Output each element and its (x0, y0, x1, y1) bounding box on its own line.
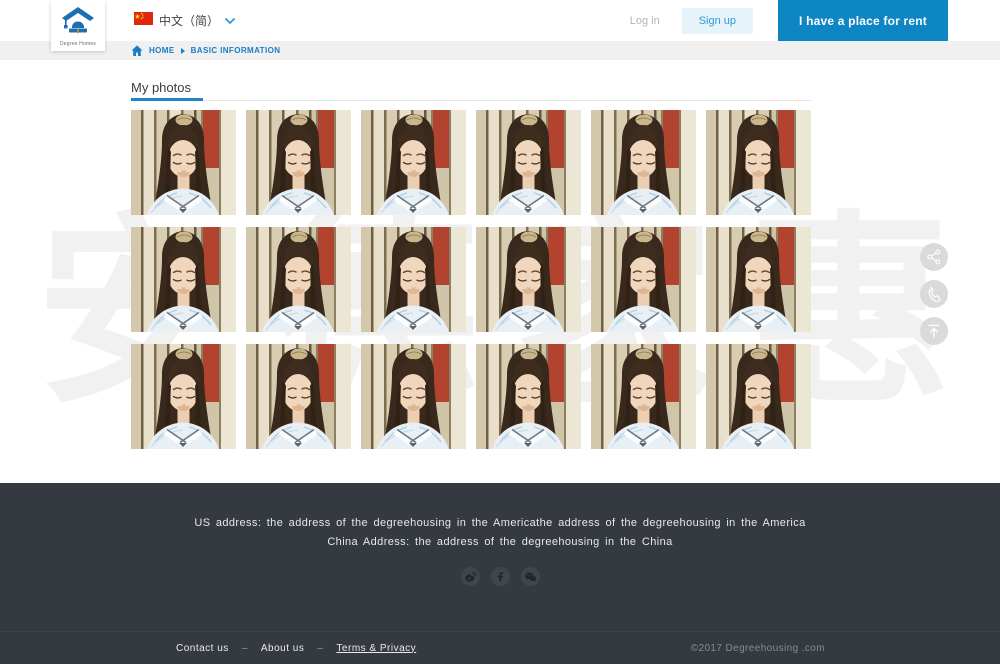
portrait-photo (361, 110, 466, 215)
footer-link-contact-us[interactable]: Contact us (176, 643, 229, 654)
photo-grid (131, 110, 811, 449)
photo-thumbnail[interactable] (361, 227, 466, 332)
portrait-photo (131, 110, 236, 215)
title-accent-bar (131, 98, 203, 101)
portrait-photo (131, 344, 236, 449)
share-icon (925, 248, 943, 266)
footer-link-terms-privacy[interactable]: Terms & Privacy (336, 643, 416, 654)
login-link[interactable]: Log in (630, 15, 660, 27)
phone-button[interactable] (920, 280, 948, 308)
portrait-photo (476, 110, 581, 215)
floating-toolbar (920, 243, 948, 345)
portrait-photo (246, 344, 351, 449)
header: Degree Homes 中文（简） Log in Sign up I have… (0, 0, 1000, 41)
portrait-photo (706, 110, 811, 215)
social-links (0, 567, 1000, 586)
degree-homes-logo-icon (61, 6, 95, 39)
facebook-link[interactable] (491, 567, 510, 586)
wechat-link[interactable] (521, 567, 540, 586)
breadcrumb-home[interactable]: HOME (149, 46, 175, 55)
photo-thumbnail[interactable] (476, 227, 581, 332)
weibo-icon (463, 569, 478, 584)
facebook-icon (493, 569, 508, 584)
portrait-photo (476, 227, 581, 332)
footer-nav: Contact us – About us – Terms & Privacy (176, 632, 416, 664)
link-separator: – (242, 643, 248, 654)
place-for-rent-button[interactable]: I have a place for rent (778, 0, 948, 41)
photo-thumbnail[interactable] (131, 227, 236, 332)
breadcrumb-current: BASIC INFORMATION (191, 46, 281, 55)
portrait-photo (476, 344, 581, 449)
copyright: ©2017 Degreehousing .com (691, 632, 825, 664)
china-flag-icon (134, 12, 153, 30)
photo-thumbnail[interactable] (476, 110, 581, 215)
photo-thumbnail[interactable] (246, 344, 351, 449)
us-address: US address: the address of the degreehou… (0, 517, 1000, 529)
breadcrumb-arrow-icon (181, 48, 185, 54)
language-selector[interactable]: 中文（简） (134, 0, 235, 41)
photo-thumbnail[interactable] (131, 110, 236, 215)
photo-thumbnail[interactable] (591, 227, 696, 332)
footer: US address: the address of the degreehou… (0, 483, 1000, 664)
photo-thumbnail[interactable] (361, 110, 466, 215)
share-button[interactable] (920, 243, 948, 271)
main-content: 安德家惠 My photos (0, 60, 1000, 483)
photo-thumbnail[interactable] (706, 227, 811, 332)
portrait-photo (706, 227, 811, 332)
title-divider (131, 100, 811, 101)
photo-thumbnail[interactable] (246, 227, 351, 332)
portrait-photo (591, 110, 696, 215)
footer-divider (0, 631, 1000, 632)
logo-label: Degree Homes (60, 41, 96, 47)
portrait-photo (361, 227, 466, 332)
phone-icon (925, 285, 943, 303)
photo-thumbnail[interactable] (706, 344, 811, 449)
weibo-link[interactable] (461, 567, 480, 586)
logo[interactable]: Degree Homes (51, 0, 105, 51)
photo-thumbnail[interactable] (361, 344, 466, 449)
page-title: My photos (131, 80, 191, 95)
photo-thumbnail[interactable] (246, 110, 351, 215)
portrait-photo (591, 344, 696, 449)
breadcrumb: HOME BASIC INFORMATION (0, 41, 1000, 60)
portrait-photo (361, 344, 466, 449)
photo-thumbnail[interactable] (476, 344, 581, 449)
photo-thumbnail[interactable] (706, 110, 811, 215)
portrait-photo (246, 110, 351, 215)
china-address: China Address: the address of the degree… (0, 536, 1000, 548)
language-label: 中文（简） (159, 12, 219, 29)
photo-thumbnail[interactable] (591, 344, 696, 449)
back-to-top-button[interactable] (920, 317, 948, 345)
header-actions: Log in Sign up I have a place for rent (630, 0, 948, 41)
wechat-icon (523, 569, 538, 584)
portrait-photo (131, 227, 236, 332)
signup-button[interactable]: Sign up (682, 8, 753, 34)
portrait-photo (706, 344, 811, 449)
portrait-photo (246, 227, 351, 332)
back-to-top-icon (925, 322, 943, 340)
chevron-down-icon (225, 12, 235, 30)
portrait-photo (591, 227, 696, 332)
photo-thumbnail[interactable] (131, 344, 236, 449)
footer-link-about-us[interactable]: About us (261, 643, 304, 654)
link-separator: – (317, 643, 323, 654)
home-icon[interactable] (131, 45, 143, 57)
photo-thumbnail[interactable] (591, 110, 696, 215)
